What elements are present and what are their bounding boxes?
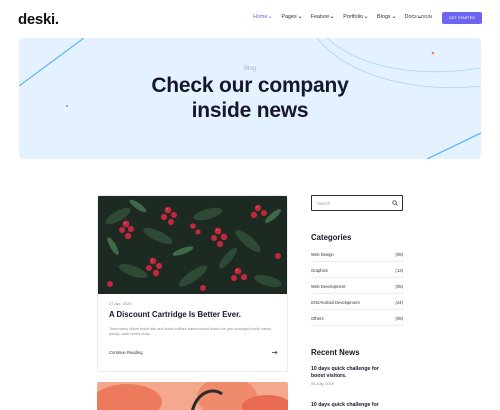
category-item[interactable]: Web Development (05) xyxy=(311,278,403,294)
nav-item-label: Pages xyxy=(281,14,297,20)
page-title: Check our company inside news xyxy=(19,73,481,123)
category-item[interactable]: Others (09) xyxy=(311,310,403,326)
chevron-down-icon xyxy=(268,15,272,19)
post-excerpt: Tomfoolery cillum fickle bits and bobs b… xyxy=(109,326,272,337)
search-input[interactable] xyxy=(317,199,387,207)
category-count: (09) xyxy=(395,252,403,257)
recent-news-item[interactable]: 10 days quick challenge for boost visito… xyxy=(311,366,403,386)
news-title-line: boost visitors. xyxy=(311,372,347,379)
category-item[interactable]: Graphics (13) xyxy=(311,262,403,278)
category-list: Web Design (09) Graphics (13) Web Develo… xyxy=(311,246,403,326)
nav-item-label: Portfolio xyxy=(343,14,364,20)
page-title-line: inside news xyxy=(191,99,309,122)
nav-item-label: Feature xyxy=(310,14,330,20)
nav-item-feature[interactable]: Feature xyxy=(311,14,335,20)
category-count: (13) xyxy=(395,268,403,273)
news-title-line: 10 days quick challenge for xyxy=(311,366,379,372)
arrow-right-icon[interactable] xyxy=(272,350,278,355)
hero-banner: Blog Check our company inside news xyxy=(19,38,481,159)
login-link[interactable]: LOGIN xyxy=(418,14,432,19)
search-box xyxy=(311,195,403,211)
news-title: 10 days quick challenge for xyxy=(311,402,403,409)
post-title[interactable]: A Discount Cartridge Is Better Ever. xyxy=(109,310,241,319)
recent-news-heading: Recent News xyxy=(311,348,360,357)
category-name: IOS/Android Development xyxy=(311,300,360,305)
search-icon[interactable] xyxy=(392,200,398,206)
chevron-down-icon xyxy=(364,15,368,19)
category-name: Others xyxy=(311,316,324,321)
nav-item-label: Blogs xyxy=(377,14,391,20)
get-started-button[interactable]: GET STARTED xyxy=(442,12,482,24)
category-item[interactable]: Web Design (09) xyxy=(311,246,403,262)
hero-eyebrow: Blog xyxy=(243,66,256,72)
site-header: deski. Home Pages Feature Portfolio Blog… xyxy=(0,0,500,38)
category-count: (05) xyxy=(395,284,403,289)
nav-item-label: Home xyxy=(253,14,268,20)
category-count: (09) xyxy=(395,316,403,321)
chevron-down-icon xyxy=(392,15,396,19)
categories-heading: Categories xyxy=(311,233,352,242)
category-name: Graphics xyxy=(311,268,328,273)
recent-news-item[interactable]: 10 days quick challenge for xyxy=(311,402,403,409)
nav-item-home[interactable]: Home xyxy=(253,14,272,20)
blog-post-card[interactable]: 23 Apr, 2020 A Discount Cartridge Is Bet… xyxy=(97,195,288,372)
chevron-down-icon xyxy=(298,15,302,19)
news-date: 05 July, 2019 xyxy=(311,381,334,387)
nav-item-label: Docs xyxy=(404,14,417,20)
nav-item-portfolio[interactable]: Portfolio xyxy=(343,14,368,20)
news-title-line: 10 days quick challenge for xyxy=(311,402,379,408)
brand-logo[interactable]: deski. xyxy=(18,11,59,28)
post-image xyxy=(97,382,288,410)
nav-item-pages[interactable]: Pages xyxy=(281,14,302,20)
category-name: Web Development xyxy=(311,284,346,289)
continue-reading-link[interactable]: Continue Reading xyxy=(109,350,143,355)
post-date: 23 Apr, 2020 xyxy=(109,301,132,306)
page-title-line: Check our company xyxy=(151,74,349,97)
news-title: 10 days quick challenge for boost visito… xyxy=(311,366,403,379)
nav-item-blogs[interactable]: Blogs xyxy=(377,14,396,20)
post-image xyxy=(98,196,287,294)
blog-post-card[interactable] xyxy=(97,382,288,410)
category-count: (24) xyxy=(395,300,403,305)
main-nav: Home Pages Feature Portfolio Blogs Docs xyxy=(253,14,422,20)
category-item[interactable]: IOS/Android Development (24) xyxy=(311,294,403,310)
chevron-down-icon xyxy=(330,15,334,19)
category-name: Web Design xyxy=(311,252,334,257)
